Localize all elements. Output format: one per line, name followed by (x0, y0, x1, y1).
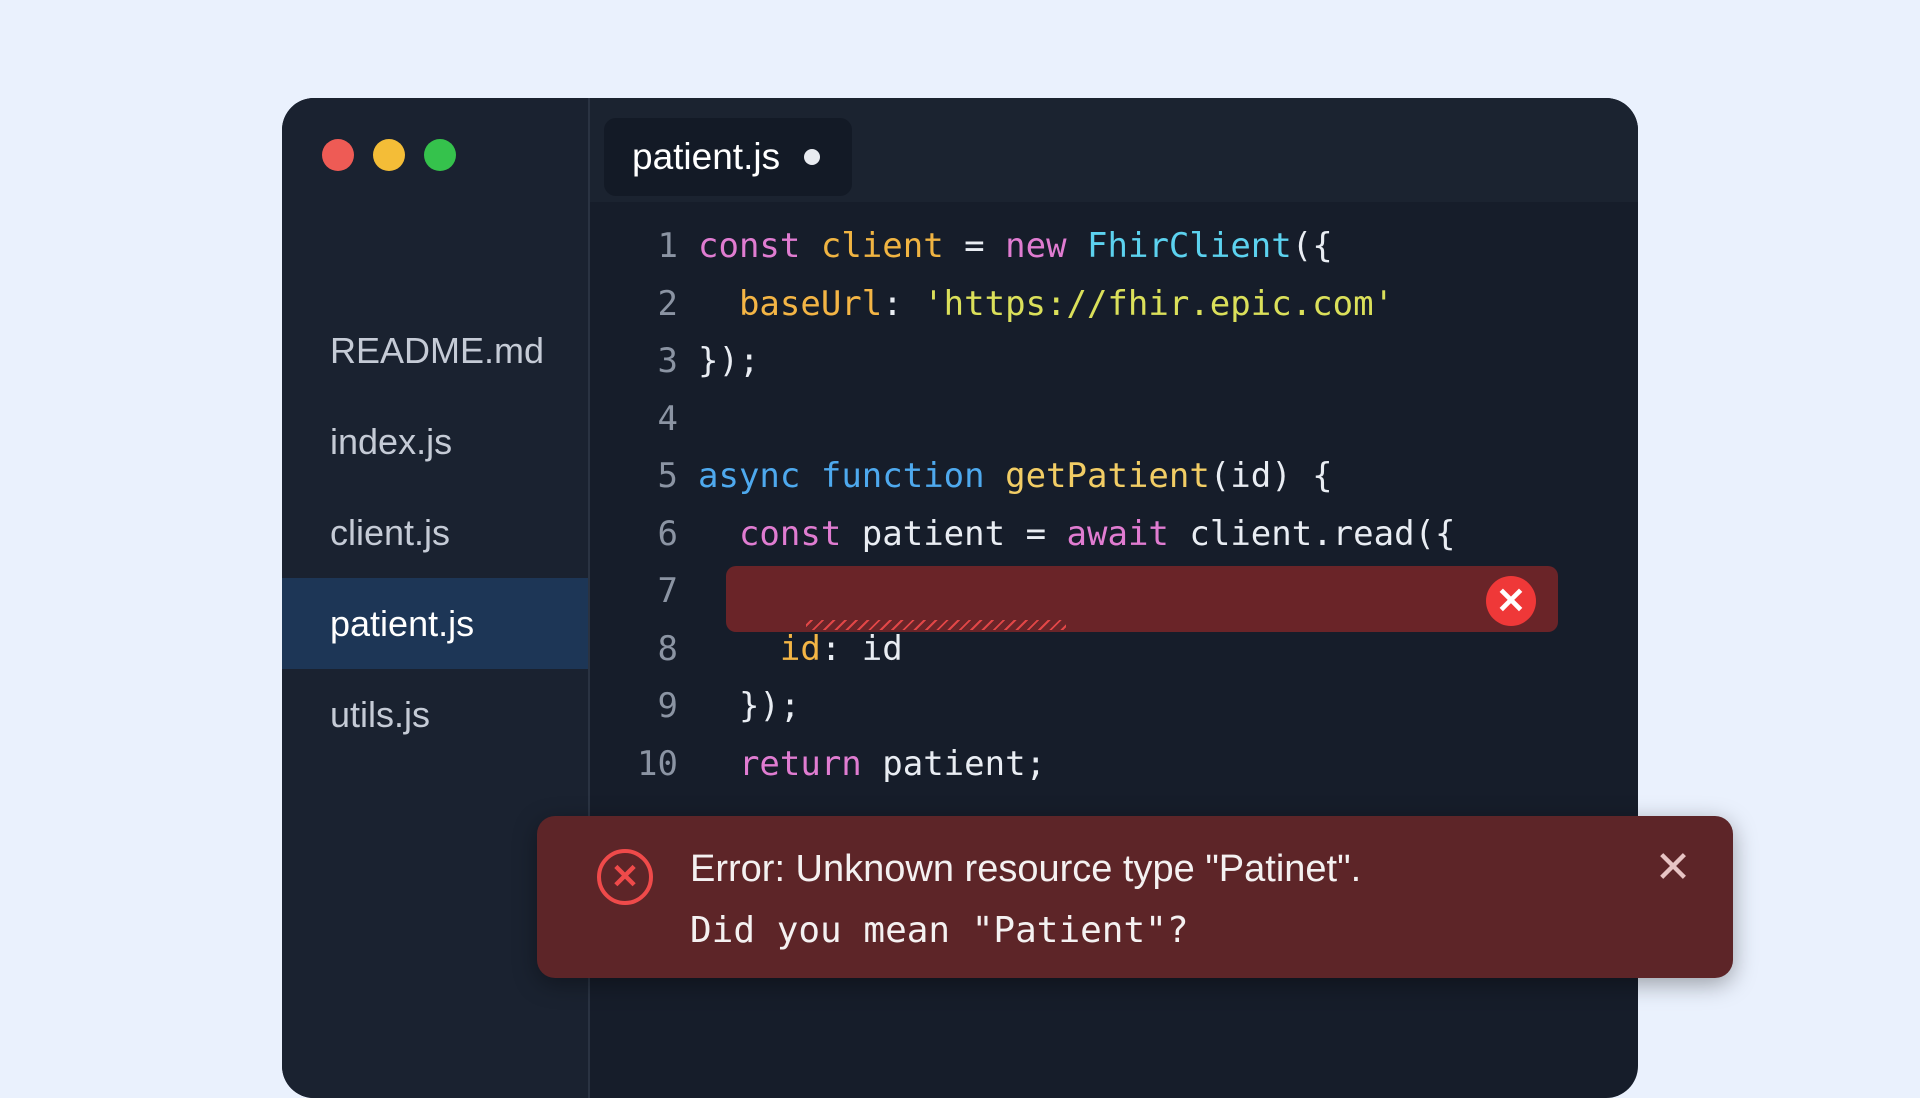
line-number: 5 (657, 456, 678, 496)
code-text: }); (698, 686, 801, 726)
line-number: 7 (657, 571, 678, 611)
close-icon[interactable]: ✕ (1649, 844, 1697, 892)
tab-bar: patient.js (590, 98, 1638, 202)
minimize-window-button[interactable] (373, 139, 405, 171)
file-item-utils[interactable]: utils.js (282, 669, 588, 760)
close-window-button[interactable] (322, 139, 354, 171)
error-toast: ✕ Error: Unknown resource type "Patinet"… (537, 816, 1733, 978)
tab-label: patient.js (632, 136, 781, 177)
file-item-index[interactable]: index.js (282, 396, 588, 487)
file-item-readme[interactable]: README.md (282, 305, 588, 396)
line-number: 6 (657, 513, 678, 554)
file-item-client[interactable]: client.js (282, 487, 588, 578)
unsaved-dot-icon (804, 149, 821, 165)
error-marker-icon[interactable]: ✕ (1486, 576, 1536, 626)
tab-patient-js[interactable]: patient.js (604, 118, 853, 196)
code-text: return patient; (738, 743, 1047, 784)
window-controls (322, 139, 456, 171)
code-text: const client = new FhirClient({ (698, 226, 1333, 266)
code-editor[interactable]: 1 const client = new FhirClient({ 2 baseUr… (590, 202, 1638, 812)
code-text: const patient = await client.read({ (738, 513, 1456, 554)
line-number: 10 (637, 743, 678, 784)
error-suggestion: Did you mean "Patient"? (690, 910, 1189, 951)
maximize-window-button[interactable] (424, 139, 456, 171)
line-number: 2 (657, 283, 678, 324)
line-number: 8 (657, 628, 678, 669)
line-number: 1 (657, 226, 678, 266)
line-number: 4 (657, 398, 678, 439)
line-number: 9 (657, 686, 678, 726)
code-text: async function getPatient(id) { (698, 456, 1333, 496)
code-text: }); (698, 341, 760, 381)
file-list: README.md index.js client.js patient.js … (282, 305, 588, 760)
error-circle-x-icon: ✕ (597, 849, 653, 905)
error-squiggle (806, 620, 1066, 630)
code-text: baseUrl: 'https://fhir.epic.com' (738, 283, 1395, 324)
file-item-patient[interactable]: patient.js (282, 578, 588, 669)
line-number: 3 (657, 341, 678, 381)
error-message: Error: Unknown resource type "Patinet". (690, 848, 1362, 890)
